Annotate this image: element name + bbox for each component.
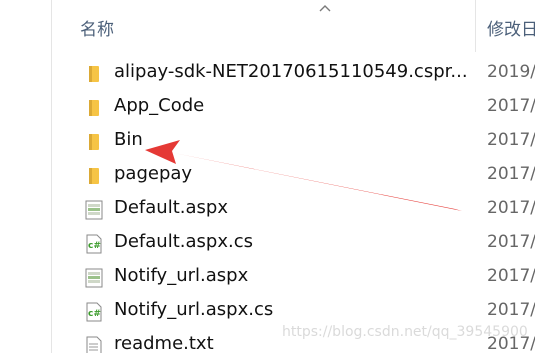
file-row[interactable]: App_Code 2017/ bbox=[52, 91, 535, 125]
file-name: Default.aspx.cs bbox=[114, 231, 253, 252]
file-row[interactable]: c# Default.aspx.cs 2017/ bbox=[52, 227, 535, 261]
svg-text:c#: c# bbox=[88, 309, 101, 319]
file-name: Notify_url.aspx bbox=[114, 265, 249, 286]
aspx-file-icon bbox=[83, 199, 105, 221]
file-date-modified: 2017/ bbox=[487, 198, 535, 218]
file-name: Notify_url.aspx.cs bbox=[114, 299, 274, 320]
file-date-modified: 2017/ bbox=[487, 266, 535, 286]
file-row[interactable]: Notify_url.aspx 2017/ bbox=[52, 261, 535, 295]
file-name: Default.aspx bbox=[114, 197, 228, 218]
folder-icon bbox=[83, 63, 105, 85]
file-name: Bin bbox=[114, 129, 143, 150]
file-date-modified: 2019/ bbox=[487, 62, 535, 82]
navigation-pane-edge bbox=[0, 0, 52, 353]
svg-text:c#: c# bbox=[88, 241, 101, 251]
file-name: readme.txt bbox=[114, 333, 214, 353]
file-name: pagepay bbox=[114, 163, 193, 184]
file-date-modified: 2017/ bbox=[487, 164, 535, 184]
column-header-bar: 名称 修改日 bbox=[52, 0, 535, 52]
file-name: App_Code bbox=[114, 95, 205, 116]
file-list: alipay-sdk-NET20170615110549.cspr... 2019… bbox=[52, 57, 535, 353]
file-name: alipay-sdk-NET20170615110549.cspr... bbox=[114, 61, 468, 82]
csharp-file-icon: c# bbox=[83, 301, 105, 323]
file-date-modified: 2017/ bbox=[487, 300, 535, 320]
file-date-modified: 2017/ bbox=[487, 96, 535, 116]
watermark-text: https://blog.csdn.net/qq_39545900 bbox=[282, 324, 528, 340]
folder-icon bbox=[83, 165, 105, 187]
csharp-file-icon: c# bbox=[83, 233, 105, 255]
file-row[interactable]: Default.aspx 2017/ bbox=[52, 193, 535, 227]
folder-icon bbox=[83, 97, 105, 119]
date-modified-column-header[interactable]: 修改日 bbox=[487, 15, 535, 40]
file-row[interactable]: Bin 2017/ bbox=[52, 125, 535, 159]
file-date-modified: 2017/ bbox=[487, 130, 535, 150]
file-explorer-screen: 名称 修改日 alipay-sdk-NET20170615110549.cspr… bbox=[0, 0, 535, 353]
file-row[interactable]: alipay-sdk-NET20170615110549.cspr... 2019… bbox=[52, 57, 535, 91]
text-file-icon bbox=[83, 335, 105, 353]
sort-ascending-icon[interactable] bbox=[319, 3, 331, 15]
name-column-header[interactable]: 名称 bbox=[80, 15, 114, 40]
folder-icon bbox=[83, 131, 105, 153]
column-separator[interactable] bbox=[475, 0, 476, 52]
aspx-file-icon bbox=[83, 267, 105, 289]
file-row[interactable]: pagepay 2017/ bbox=[52, 159, 535, 193]
file-date-modified: 2017/ bbox=[487, 232, 535, 252]
